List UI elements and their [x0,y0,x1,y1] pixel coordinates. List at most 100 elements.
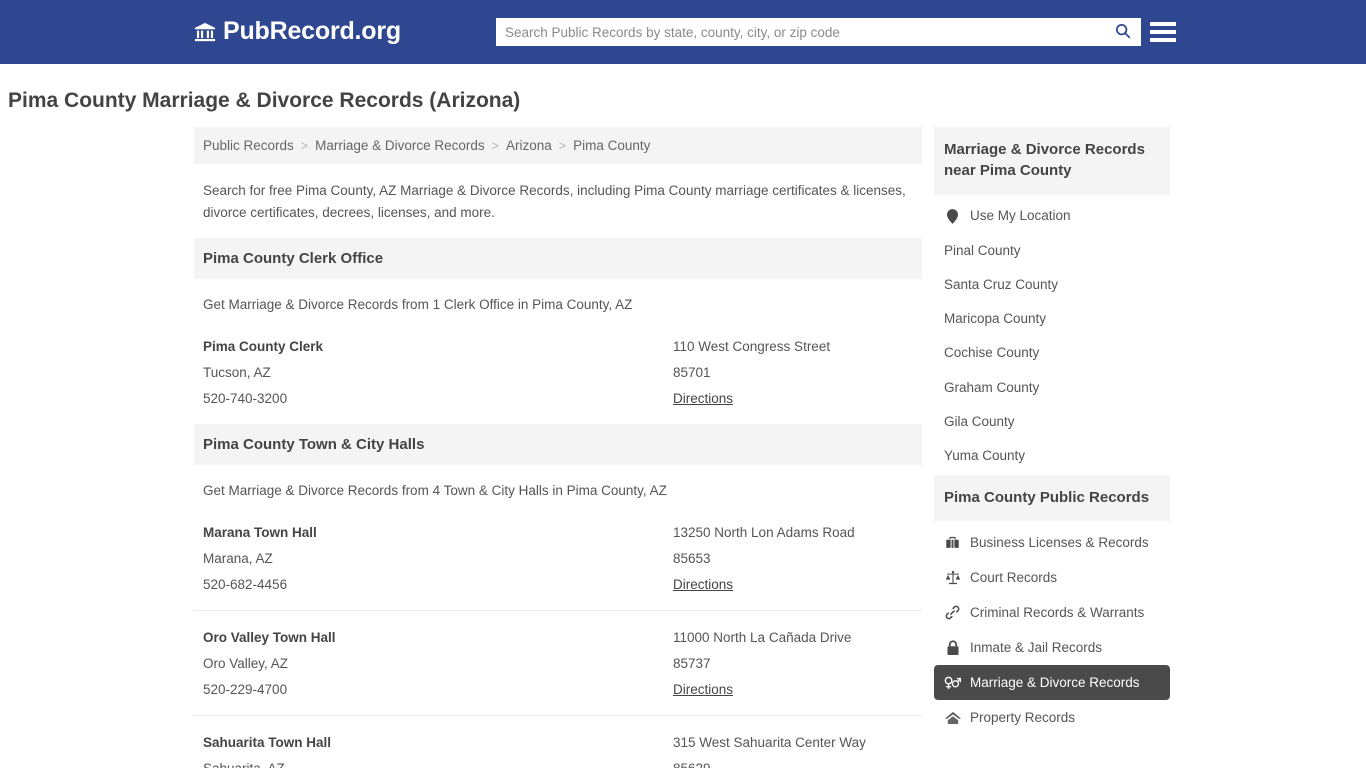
site-logo-text: PubRecord.org [223,17,401,45]
breadcrumb-item-2[interactable]: Arizona [506,138,552,153]
sidebar-item-business-licenses[interactable]: Business Licenses & Records [934,525,1170,560]
directions-link[interactable]: Directions [673,391,733,406]
venus-mars-icon [944,674,961,691]
sidebar: Marriage & Divorce Records near Pima Cou… [934,127,1170,768]
sidebar-item-santa-cruz-county[interactable]: Santa Cruz County [934,268,1170,302]
sidebar-item-use-my-location[interactable]: Use My Location [934,199,1170,234]
listing-city: Oro Valley, AZ [203,656,289,672]
sidebar-item-label: Criminal Records & Warrants [970,604,1145,620]
breadcrumb-item-3[interactable]: Pima County [573,138,650,153]
sidebar-item-court-records[interactable]: Court Records [934,560,1170,595]
search-bar [496,18,1141,46]
listing-left: Marana Town Hall Marana, AZ 520-682-4456 [203,520,673,598]
list-item: Pinal County [934,234,1170,268]
listing-name: Sahuarita Town Hall [203,735,332,751]
listing-zip: 85737 [673,656,711,672]
sidebar-item-label: Property Records [970,709,1076,725]
sidebar-item-property-records[interactable]: Property Records [934,700,1170,735]
briefcase-icon [944,534,961,551]
map-pin-icon [944,208,961,225]
sidebar-item-criminal-records[interactable]: Criminal Records & Warrants [934,595,1170,630]
sidebar-item-label: Use My Location [970,208,1071,224]
sidebar-panel-public-records: Pima County Public Records Business Lice… [934,475,1170,735]
listing-phone: 520-740-3200 [203,391,288,406]
table-row: Marana Town Hall Marana, AZ 520-682-4456… [194,514,922,610]
list-item: Criminal Records & Warrants [934,595,1170,630]
listing-street: 110 West Congress Street [673,338,831,354]
sidebar-item-yuma-county[interactable]: Yuma County [934,439,1170,473]
list-item: Cochise County [934,336,1170,370]
list-item: Maricopa County [934,302,1170,336]
listing-city: Tucson, AZ [203,364,271,380]
sidebar-item-graham-county[interactable]: Graham County [934,371,1170,405]
section-clerk-office: Pima County Clerk Office Get Marriage & … [194,237,922,424]
listing-name: Pima County Clerk [203,338,324,354]
sidebar-item-label: Gila County [944,413,1015,429]
listing-left: Pima County Clerk Tucson, AZ 520-740-320… [203,334,673,412]
balance-scale-icon [944,569,961,586]
sidebar-public-records-list: Business Licenses & Records Court Record… [934,521,1170,735]
list-item: Court Records [934,560,1170,595]
table-row: Oro Valley Town Hall Oro Valley, AZ 520-… [194,610,922,715]
content-container: Public Records > Marriage & Divorce Reco… [192,127,1174,768]
search-icon [1114,22,1132,43]
breadcrumb: Public Records > Marriage & Divorce Reco… [194,127,922,165]
lock-icon [944,639,961,656]
chain-link-icon [944,604,961,621]
breadcrumb-separator: > [491,138,499,153]
sidebar-panel-title: Marriage & Divorce Records near Pima Cou… [934,127,1170,195]
list-item: Yuma County [934,439,1170,473]
sidebar-item-pinal-county[interactable]: Pinal County [934,234,1170,268]
menu-bar-2 [1150,30,1176,34]
listing-street: 11000 North La Cañada Drive [673,630,852,646]
hamburger-menu-icon[interactable] [1149,18,1177,46]
listing-phone: 520-229-4700 [203,682,288,698]
list-item: Santa Cruz County [934,268,1170,302]
section-town-city-halls: Pima County Town & City Halls Get Marria… [194,424,922,768]
section-subtitle: Get Marriage & Divorce Records from 4 To… [203,483,667,499]
sidebar-item-label: Graham County [944,379,1040,395]
search-input[interactable] [496,18,1105,46]
site-logo[interactable]: PubRecord.org [194,19,401,44]
listing-name: Oro Valley Town Hall [203,630,336,646]
listing-street: 315 West Sahuarita Center Way [673,735,866,751]
sidebar-item-cochise-county[interactable]: Cochise County [934,336,1170,370]
sidebar-item-gila-county[interactable]: Gila County [934,405,1170,439]
sidebar-item-label: Santa Cruz County [944,276,1059,292]
list-item: Business Licenses & Records [934,525,1170,560]
sidebar-item-maricopa-county[interactable]: Maricopa County [934,302,1170,336]
list-item: Inmate & Jail Records [934,630,1170,665]
listing-city: Marana, AZ [203,551,273,567]
sidebar-panel-title: Pima County Public Records [934,475,1170,522]
sidebar-item-inmate-jail-records[interactable]: Inmate & Jail Records [934,630,1170,665]
breadcrumb-item-1[interactable]: Marriage & Divorce Records [315,138,485,153]
breadcrumb-item-0[interactable]: Public Records [203,138,294,153]
bank-building-icon [194,21,216,43]
breadcrumb-separator: > [558,138,567,153]
list-item: Gila County [934,405,1170,439]
sidebar-item-label: Maricopa County [944,311,1047,327]
search-button[interactable] [1105,18,1141,46]
listing-zip: 85653 [673,551,711,567]
sidebar-item-marriage-divorce-records[interactable]: Marriage & Divorce Records [934,665,1170,701]
directions-link[interactable]: Directions [673,577,733,592]
menu-bar-1 [1150,22,1176,26]
listing-zip: 85701 [673,364,711,380]
listing-phone: 520-682-4456 [203,577,288,593]
list-item: Graham County [934,371,1170,405]
page-title: Pima County Marriage & Divorce Records (… [8,89,521,112]
breadcrumb-separator: > [300,138,309,153]
sidebar-item-label: Business Licenses & Records [970,534,1149,550]
menu-bar-3 [1150,38,1176,42]
listing-right: 315 West Sahuarita Center Way 85629 Dire… [673,730,913,768]
sidebar-item-label: Marriage & Divorce Records [970,674,1140,690]
main-column: Public Records > Marriage & Divorce Reco… [194,127,922,768]
directions-link[interactable]: Directions [673,682,733,697]
listing-right: 11000 North La Cañada Drive 85737 Direct… [673,625,913,703]
listing-left: Sahuarita Town Hall Sahuarita, AZ 520-34… [203,730,673,768]
section-title: Pima County Clerk Office [194,237,922,279]
table-row: Pima County Clerk Tucson, AZ 520-740-320… [194,328,922,424]
page-body: Pima County Marriage & Divorce Records (… [0,88,1366,768]
sidebar-item-label: Cochise County [944,345,1040,361]
sidebar-panel-nearby: Marriage & Divorce Records near Pima Cou… [934,127,1170,473]
